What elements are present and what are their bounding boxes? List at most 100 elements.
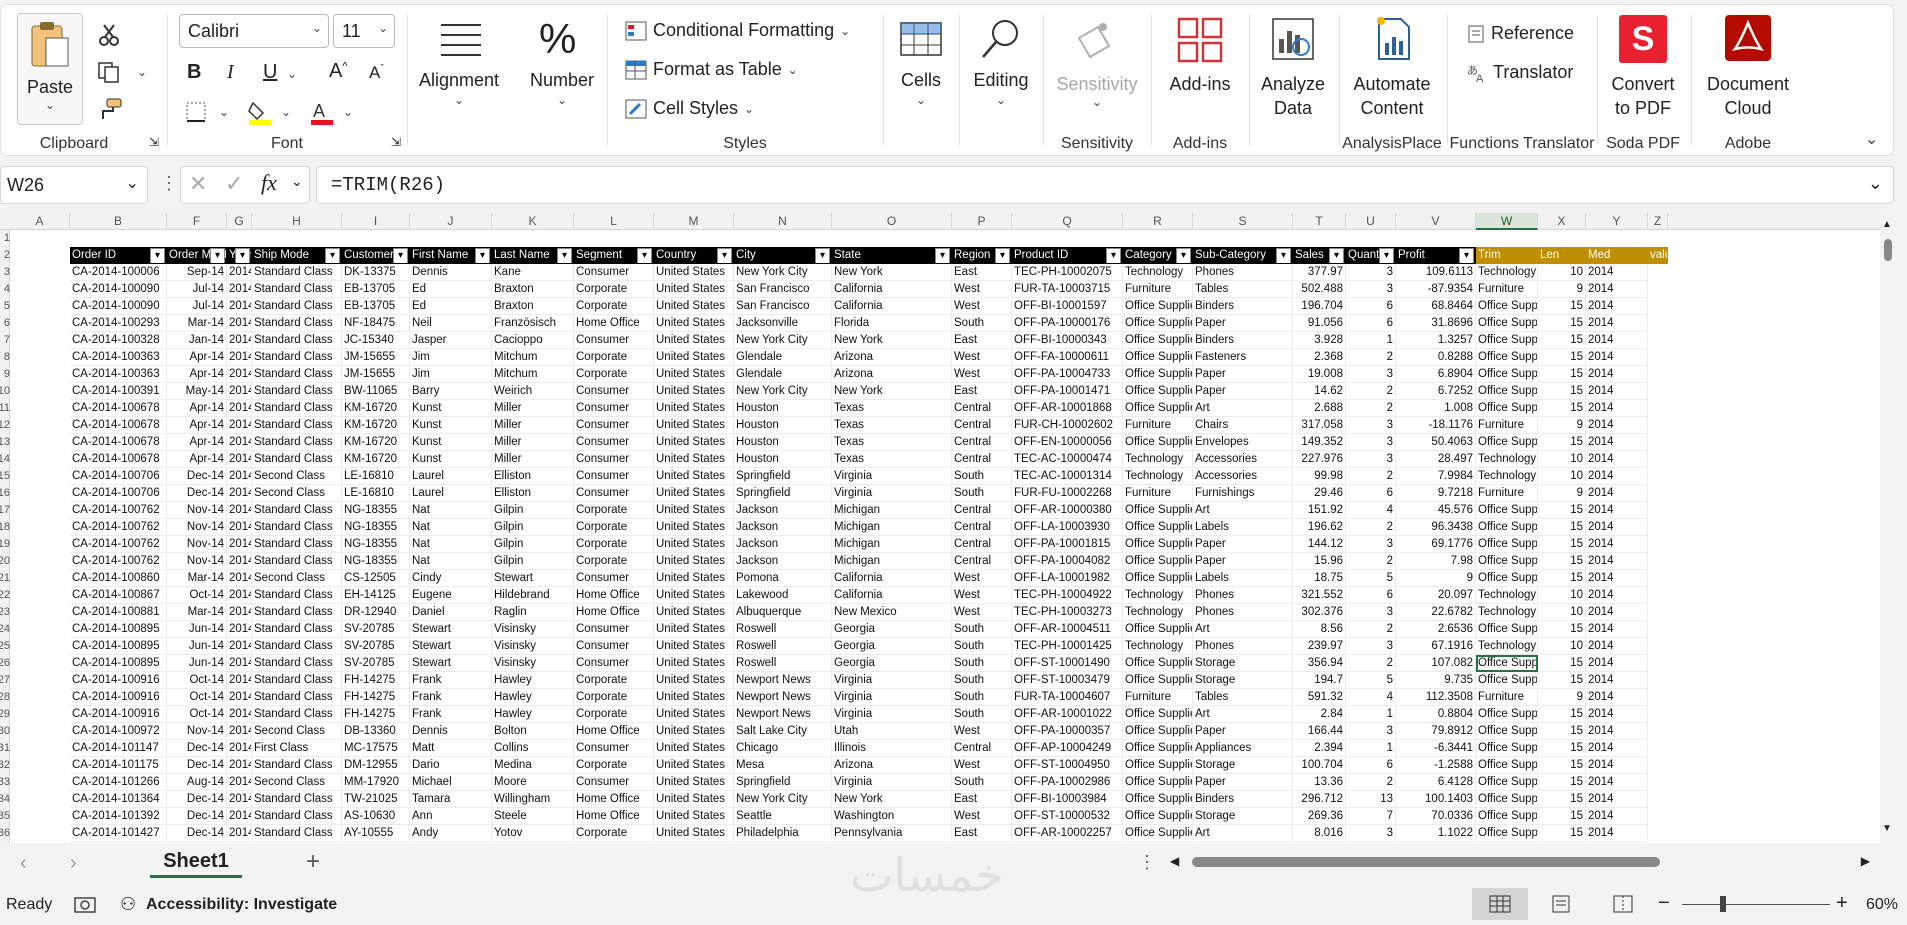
data-cell[interactable]: Ed bbox=[410, 281, 492, 298]
header-cell[interactable]: Profit bbox=[1396, 247, 1476, 264]
fill-color-icon[interactable] bbox=[247, 99, 273, 125]
data-cell[interactable]: LE-16810 bbox=[342, 485, 410, 502]
data-cell[interactable]: Technology bbox=[1476, 264, 1538, 281]
font-launcher-icon[interactable]: ⇲ bbox=[391, 135, 401, 149]
data-cell[interactable]: 3 bbox=[1346, 451, 1396, 468]
data-cell[interactable]: NF-18475 bbox=[342, 315, 410, 332]
row-header[interactable]: 13 bbox=[0, 434, 10, 451]
data-cell[interactable]: Stewart bbox=[410, 638, 492, 655]
data-cell[interactable]: South bbox=[952, 315, 1012, 332]
data-cell[interactable]: Dec-14 bbox=[167, 468, 227, 485]
data-cell[interactable]: United States bbox=[654, 485, 734, 502]
data-cell[interactable]: 15 bbox=[1538, 791, 1586, 808]
data-cell[interactable]: Paper bbox=[1193, 774, 1293, 791]
data-cell[interactable]: 2014 bbox=[227, 485, 252, 502]
data-cell[interactable]: Consumer bbox=[574, 468, 654, 485]
data-cell[interactable]: KM-16720 bbox=[342, 451, 410, 468]
row-header[interactable]: 11 bbox=[0, 400, 10, 417]
data-cell[interactable]: Standard Class bbox=[252, 451, 342, 468]
data-cell[interactable]: United States bbox=[654, 400, 734, 417]
data-cell[interactable]: Jim bbox=[410, 349, 492, 366]
tab-options-icon[interactable]: ⋮ bbox=[1138, 852, 1156, 873]
data-cell[interactable]: Office Supplies bbox=[1123, 655, 1193, 672]
data-cell[interactable]: 2014 bbox=[227, 383, 252, 400]
data-cell[interactable]: Lakewood bbox=[734, 587, 832, 604]
data-cell[interactable]: 2014 bbox=[1586, 264, 1648, 281]
data-cell[interactable]: OFF-PA-10004733 bbox=[1012, 366, 1123, 383]
data-cell[interactable]: Office Supplies bbox=[1476, 383, 1538, 400]
zoom-slider[interactable] bbox=[1682, 904, 1830, 905]
data-cell[interactable]: CA-2014-100881 bbox=[70, 604, 167, 621]
data-cell[interactable]: CA-2014-100762 bbox=[70, 502, 167, 519]
data-cell[interactable]: Georgia bbox=[832, 638, 952, 655]
data-cell[interactable]: Pomona bbox=[734, 570, 832, 587]
data-cell[interactable]: 2014 bbox=[227, 332, 252, 349]
data-cell[interactable]: Paper bbox=[1193, 366, 1293, 383]
data-cell[interactable]: 2014 bbox=[227, 808, 252, 825]
data-cell[interactable]: CA-2014-100895 bbox=[70, 621, 167, 638]
data-cell[interactable]: DK-13375 bbox=[342, 264, 410, 281]
data-cell[interactable]: Dec-14 bbox=[167, 757, 227, 774]
data-cell[interactable]: Phones bbox=[1193, 264, 1293, 281]
data-cell[interactable]: Mesa bbox=[734, 757, 832, 774]
data-cell[interactable]: 2014 bbox=[227, 723, 252, 740]
data-cell[interactable]: AY-10555 bbox=[342, 825, 410, 842]
data-cell[interactable]: 196.62 bbox=[1293, 519, 1346, 536]
data-cell[interactable]: Second Class bbox=[252, 468, 342, 485]
row-header[interactable]: 8 bbox=[0, 349, 10, 366]
data-cell[interactable]: KM-16720 bbox=[342, 434, 410, 451]
add-sheet-icon[interactable]: + bbox=[306, 848, 320, 876]
data-cell[interactable]: 1 bbox=[1346, 706, 1396, 723]
data-cell[interactable]: 2014 bbox=[1586, 366, 1648, 383]
data-cell[interactable]: 5 bbox=[1346, 672, 1396, 689]
data-cell[interactable]: United States bbox=[654, 638, 734, 655]
data-cell[interactable]: Office Supplies bbox=[1476, 502, 1538, 519]
data-cell[interactable]: Mitchum bbox=[492, 349, 574, 366]
data-cell[interactable]: Weirich bbox=[492, 383, 574, 400]
data-cell[interactable]: 15 bbox=[1538, 570, 1586, 587]
data-cell[interactable]: Roswell bbox=[734, 655, 832, 672]
column-header-Q[interactable]: Q bbox=[1012, 213, 1123, 230]
data-cell[interactable]: CA-2014-101147 bbox=[70, 740, 167, 757]
font-size-select[interactable]: 11 ⌄ bbox=[333, 14, 395, 48]
data-cell[interactable]: Dec-14 bbox=[167, 740, 227, 757]
data-cell[interactable]: FUR-TA-10004607 bbox=[1012, 689, 1123, 706]
data-cell[interactable]: Ed bbox=[410, 298, 492, 315]
data-cell[interactable]: OFF-ST-10000532 bbox=[1012, 808, 1123, 825]
data-cell[interactable]: 29.46 bbox=[1293, 485, 1346, 502]
data-cell[interactable]: Barry bbox=[410, 383, 492, 400]
data-cell[interactable]: Consumer bbox=[574, 417, 654, 434]
data-cell[interactable]: NG-18355 bbox=[342, 502, 410, 519]
data-cell[interactable]: Nov-14 bbox=[167, 519, 227, 536]
data-cell[interactable]: Office Supplies bbox=[1476, 621, 1538, 638]
data-cell[interactable]: Technology bbox=[1476, 468, 1538, 485]
data-cell[interactable]: 2014 bbox=[227, 825, 252, 842]
data-cell[interactable]: Houston bbox=[734, 400, 832, 417]
data-cell[interactable]: Standard Class bbox=[252, 587, 342, 604]
vertical-scroll-thumb[interactable] bbox=[1884, 239, 1892, 261]
data-cell[interactable]: Raglin bbox=[492, 604, 574, 621]
data-cell[interactable]: NG-18355 bbox=[342, 553, 410, 570]
data-cell[interactable]: Nov-14 bbox=[167, 723, 227, 740]
data-cell[interactable]: 2014 bbox=[227, 553, 252, 570]
data-cell[interactable]: Office Supplies bbox=[1476, 536, 1538, 553]
editing-group[interactable]: Editing ⌄ bbox=[961, 5, 1041, 157]
data-cell[interactable]: 13 bbox=[1346, 791, 1396, 808]
data-cell[interactable]: 2014 bbox=[227, 570, 252, 587]
data-cell[interactable]: West bbox=[952, 757, 1012, 774]
scroll-right-icon[interactable]: ▶ bbox=[1861, 854, 1870, 868]
data-cell[interactable]: Office Supplies bbox=[1476, 723, 1538, 740]
data-cell[interactable]: 19.008 bbox=[1293, 366, 1346, 383]
data-cell[interactable]: 15 bbox=[1538, 621, 1586, 638]
insert-function-icon[interactable]: fx bbox=[261, 170, 277, 196]
data-cell[interactable]: Standard Class bbox=[252, 553, 342, 570]
data-cell[interactable]: 15 bbox=[1538, 740, 1586, 757]
data-cell[interactable]: Jackson bbox=[734, 502, 832, 519]
data-cell[interactable]: Office Supplies bbox=[1123, 519, 1193, 536]
data-cell[interactable]: 3 bbox=[1346, 264, 1396, 281]
data-cell[interactable]: Technology bbox=[1123, 264, 1193, 281]
data-cell[interactable]: Office Supplies bbox=[1476, 366, 1538, 383]
data-cell[interactable]: Houston bbox=[734, 434, 832, 451]
data-cell[interactable]: Michael bbox=[410, 774, 492, 791]
data-cell[interactable]: East bbox=[952, 791, 1012, 808]
